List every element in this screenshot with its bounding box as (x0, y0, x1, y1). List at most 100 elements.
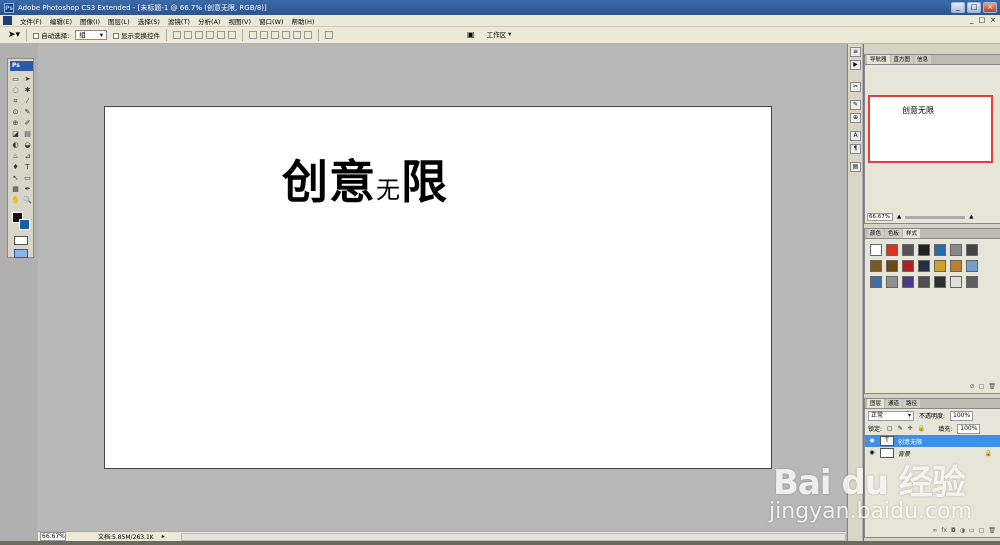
pen-tool-icon[interactable]: ♦ (10, 162, 21, 172)
minimize-button[interactable]: _ (951, 2, 965, 13)
show-transform-checkbox[interactable] (113, 33, 120, 39)
hand-tool-icon[interactable]: ✋ (10, 195, 21, 205)
menu-analysis[interactable]: 分析(A) (194, 16, 225, 26)
align-right-icon[interactable] (228, 31, 237, 39)
tab-layers[interactable]: 图层 (867, 399, 885, 408)
clone-source-icon[interactable]: ⊕ (850, 113, 861, 123)
magic-wand-tool-icon[interactable]: ✱ (22, 85, 33, 95)
doc-restore-button[interactable]: □ (979, 16, 986, 24)
style-swatch[interactable] (918, 276, 930, 288)
auto-select-dropdown[interactable]: 组 ▾ (75, 30, 108, 40)
auto-select-option[interactable]: 自动选择: (33, 30, 69, 40)
doc-close-button[interactable]: × (990, 16, 996, 24)
direct-select-tool-icon[interactable]: ↖ (10, 173, 21, 183)
gradient-tool-icon[interactable]: ▤ (22, 129, 33, 139)
style-swatch[interactable] (870, 276, 882, 288)
move-tool-icon[interactable]: ➤ (22, 74, 33, 84)
navigator-preview[interactable]: 创意无限 (868, 95, 993, 163)
style-swatch[interactable] (886, 276, 898, 288)
distribute-vcenter-icon[interactable] (260, 31, 269, 39)
background-color[interactable] (19, 219, 30, 230)
notes-tool-icon[interactable]: ▦ (10, 184, 21, 194)
actions-panel-icon[interactable]: ▶ (850, 60, 861, 70)
navigator-zoom-slider[interactable] (905, 215, 966, 219)
show-transform-option[interactable]: 显示变换控件 (113, 30, 160, 40)
style-swatch[interactable] (870, 260, 882, 272)
type-tool-icon[interactable]: T (22, 162, 33, 172)
distribute-top-icon[interactable] (249, 31, 258, 39)
tab-styles[interactable]: 样式 (903, 229, 921, 238)
lock-transparency-icon[interactable]: ▢ (887, 425, 893, 432)
new-style-icon[interactable]: ▢ (979, 383, 985, 392)
close-button[interactable]: × (983, 2, 997, 13)
style-swatch[interactable] (918, 260, 930, 272)
slice-tool-icon[interactable]: ⁄ (22, 96, 33, 106)
status-menu-arrow[interactable]: ▸ (162, 533, 165, 540)
path-select-tool-icon[interactable]: ⊿ (22, 151, 33, 161)
fill-field[interactable]: 100% (957, 423, 981, 434)
brush-tool-icon[interactable]: ✎ (22, 107, 33, 117)
zoom-in-icon[interactable]: ▲ (969, 214, 973, 220)
sponge-tool-icon[interactable]: ♨ (10, 151, 21, 161)
menu-file[interactable]: 文件(F) (16, 16, 46, 26)
move-tool-icon[interactable]: ➤▾ (8, 30, 20, 40)
tab-info[interactable]: 信息 (914, 55, 932, 64)
align-bottom-icon[interactable] (195, 31, 204, 39)
distribute-hcenter-icon[interactable] (293, 31, 302, 39)
style-swatch[interactable] (950, 244, 962, 256)
zoom-field[interactable]: 66.67% (40, 532, 66, 541)
document-info[interactable]: 文档:5.85M/263.1K (98, 532, 154, 541)
zoom-tool-icon[interactable]: 🔍 (22, 195, 33, 205)
style-swatch[interactable] (902, 260, 914, 272)
align-hcenter-icon[interactable] (217, 31, 226, 39)
tab-paths[interactable]: 路径 (903, 399, 921, 408)
align-top-icon[interactable] (173, 31, 182, 39)
style-swatch[interactable] (870, 244, 882, 256)
navigator-zoom-field[interactable]: 66.67% (867, 213, 893, 221)
style-swatch[interactable] (902, 244, 914, 256)
distribute-right-icon[interactable] (304, 31, 313, 39)
eyedropper-tool-icon[interactable]: ✒ (22, 184, 33, 194)
layer-row-text[interactable]: ◉ T 创意无限 (865, 435, 1000, 447)
style-swatch[interactable] (950, 260, 962, 272)
opacity-field[interactable]: 100% (950, 410, 974, 421)
menu-view[interactable]: 视图(V) (224, 16, 255, 26)
maximize-button[interactable]: □ (967, 2, 981, 13)
style-swatch[interactable] (934, 260, 946, 272)
eye-icon[interactable]: ◉ (868, 437, 876, 445)
lock-all-icon[interactable]: 🔒 (918, 425, 925, 432)
marquee-tool-icon[interactable]: ▭ (10, 74, 21, 84)
app-menu-icon[interactable] (3, 16, 12, 25)
tab-color[interactable]: 颜色 (867, 229, 885, 238)
screen-mode-icon[interactable] (14, 249, 28, 258)
menu-image[interactable]: 图像(I) (76, 16, 104, 26)
menu-layer[interactable]: 图层(L) (104, 16, 134, 26)
style-swatch[interactable] (918, 244, 930, 256)
style-swatch[interactable] (966, 260, 978, 272)
healing-brush-tool-icon[interactable]: ⊙ (10, 107, 21, 117)
quick-mask-icon[interactable] (14, 236, 28, 245)
menu-edit[interactable]: 编辑(E) (46, 16, 76, 26)
lasso-tool-icon[interactable]: ◌ (10, 85, 21, 95)
style-swatch[interactable] (886, 244, 898, 256)
style-swatch[interactable] (934, 244, 946, 256)
menu-help[interactable]: 帮助(H) (288, 16, 319, 26)
style-swatch[interactable] (966, 276, 978, 288)
clone-stamp-tool-icon[interactable]: ⊕ (10, 118, 21, 128)
style-swatch[interactable] (902, 276, 914, 288)
brushes-panel-icon[interactable]: ✎ (850, 100, 861, 110)
blur-tool-icon[interactable]: ◐ (10, 140, 21, 150)
style-swatch[interactable] (966, 244, 978, 256)
doc-minimize-button[interactable]: _ (970, 16, 974, 24)
align-left-icon[interactable] (206, 31, 215, 39)
distribute-left-icon[interactable] (282, 31, 291, 39)
style-swatch[interactable] (950, 276, 962, 288)
distribute-bottom-icon[interactable] (271, 31, 280, 39)
workspace-button[interactable]: ▣ 工作区 ▾ (467, 29, 511, 40)
menu-select[interactable]: 选择(S) (134, 16, 164, 26)
menu-window[interactable]: 窗口(W) (255, 16, 288, 26)
align-vcenter-icon[interactable] (184, 31, 193, 39)
dodge-tool-icon[interactable]: ◒ (22, 140, 33, 150)
lock-pixels-icon[interactable]: ✎ (898, 425, 903, 432)
shape-tool-icon[interactable]: ▭ (22, 173, 33, 183)
